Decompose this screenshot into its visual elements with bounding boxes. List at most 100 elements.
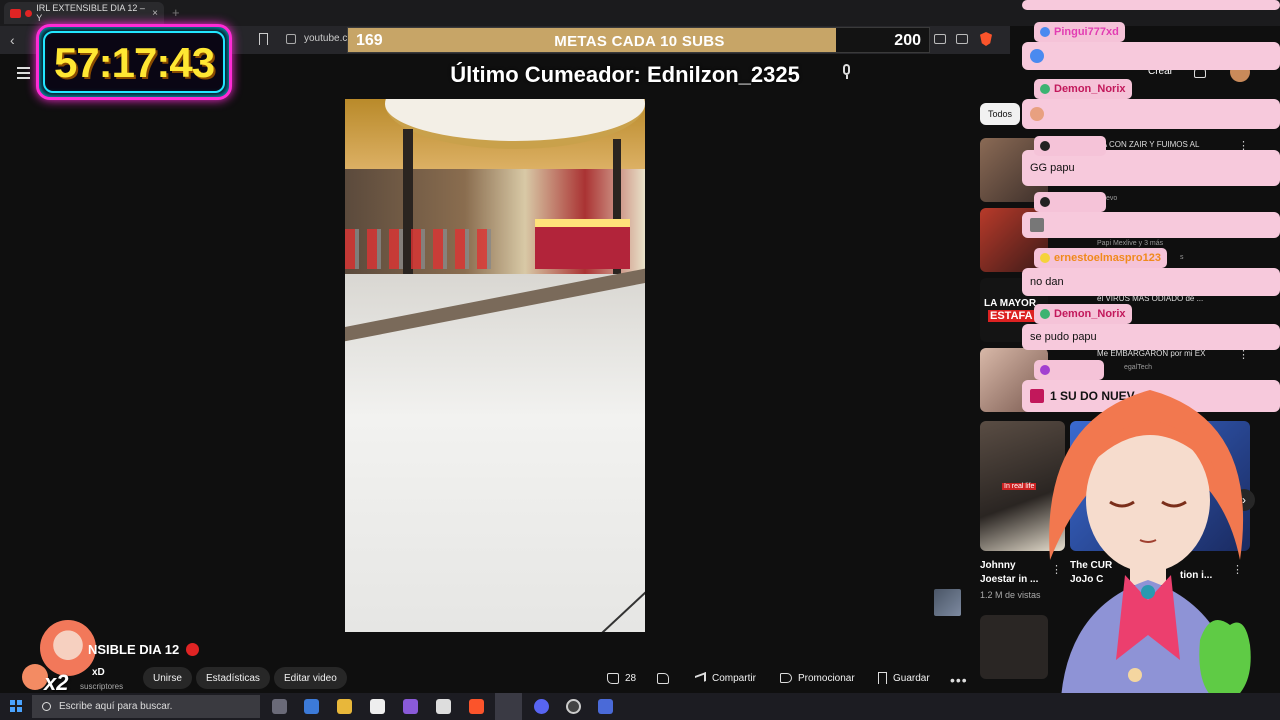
chat-message-partial [1022,0,1280,10]
menu-icon[interactable] [17,67,30,82]
notion-icon[interactable] [370,699,385,714]
edit-video-button[interactable]: Editar video [274,667,347,689]
site-info-icon[interactable] [286,34,296,44]
more-icon[interactable]: ••• [950,672,968,688]
back-arrow-icon[interactable]: ‹ [10,32,15,48]
taskbar-search-placeholder: Escribe aquí para buscar. [59,701,173,712]
video-player[interactable] [345,99,645,632]
sidebar-item-meta: evo [1106,195,1118,202]
chat-username: Demon_Norix [1034,79,1132,99]
sidebar-item-meta: Papi Mexlive y 3 más [1097,240,1164,247]
stream-timer: 57:17:43 [36,24,232,100]
chat-message [1022,99,1280,129]
promote-icon [780,673,792,683]
share-page-icon[interactable] [956,34,968,44]
chat-username: Demon_Norix [1034,304,1132,324]
chat-message-text: se pudo papu [1030,331,1097,343]
live-dot-icon [25,9,33,17]
new-tab-icon[interactable]: + [172,5,180,20]
chat-username-text: Pingui777xd [1054,26,1119,38]
join-button[interactable]: Unirse [143,667,192,689]
file-explorer-icon[interactable] [337,699,352,714]
sidebar-item-title[interactable]: Me EMBARGARON por mi EX [1097,349,1227,358]
channel-subscribers: suscriptores [80,682,124,691]
taskbar-app-icon[interactable] [403,699,418,714]
cast-icon[interactable] [934,34,946,44]
like-button[interactable]: 28 [607,667,636,689]
filter-chip-all[interactable]: Todos [980,103,1021,125]
youtube-icon [10,8,22,18]
dislike-button[interactable] [657,667,669,689]
timer-text: 57:17:43 [53,39,215,86]
video-kiosk [535,219,630,269]
thumbnail-text: ESTAFA [988,310,1035,322]
badge-icon [1040,253,1050,263]
chat-message: se pudo papu [1022,324,1280,350]
obs-icon[interactable] [566,699,581,714]
mic-icon[interactable] [840,64,854,82]
vtuber-character [1049,390,1251,720]
thumbnail-text: LA MAYOR [984,298,1037,309]
windows-taskbar: Escribe aquí para buscar. [0,693,1280,720]
search-icon [42,702,51,711]
last-cumeador-label: Último Cumeador: Ednilzon_2325 [450,62,800,87]
store-icon[interactable] [436,699,451,714]
taskbar-search[interactable]: Escribe aquí para buscar. [32,695,260,718]
chat-username-text: Demon_Norix [1054,83,1126,95]
subs-goal-label: METAS CADA 10 SUBS [554,33,725,50]
chat-message [1022,42,1280,70]
emote-icon [1030,49,1044,63]
chat-username: ernestoelmaspro123 [1034,248,1167,268]
sidebar-item-meta: s [1180,254,1184,261]
taskbar-active-indicator [495,693,522,720]
emote-icon [1030,107,1044,121]
taskbar-app-icon[interactable] [598,699,613,714]
chat-message-text: no dan [1030,276,1064,288]
mini-thumbnail[interactable] [934,589,961,616]
video-chairs [345,229,495,269]
tab-title: IRL EXTENSIBLE DIA 12 – Y [36,3,145,23]
dislike-icon [657,672,669,684]
stats-button[interactable]: Estadísticas [196,667,270,689]
subs-goal-bar: 169 METAS CADA 10 SUBS 200 [347,27,930,53]
video-title: NSIBLE DIA 12 [88,642,180,657]
badge-icon [1040,197,1050,207]
bookmark-icon[interactable] [259,33,268,45]
save-label: Guardar [893,672,930,684]
save-icon [878,672,887,684]
badge-icon [1040,27,1050,37]
chat-message [1022,212,1280,238]
emote-icon [1030,218,1044,232]
close-tab-icon[interactable]: × [152,8,158,19]
share-label: Compartir [712,672,756,684]
badge-icon [1040,309,1050,319]
windows-icon[interactable] [10,700,22,712]
share-icon [695,671,706,685]
save-button[interactable]: Guardar [878,667,930,689]
brave-icon[interactable] [469,699,484,714]
chat-username [1034,136,1106,156]
discord-icon[interactable] [534,699,549,714]
badge-icon [1040,84,1050,94]
chat-message-text: GG papu [1030,162,1075,174]
chat-message: no dan [1022,268,1280,296]
channel-name[interactable]: xD [92,667,105,678]
chat-username: Pingui777xd [1034,22,1125,42]
chat-username-text: ernestoelmaspro123 [1054,252,1161,264]
subs-goal-end: 200 [894,32,921,49]
live-dot-icon [186,643,199,656]
badge-icon [1040,141,1050,151]
sidebar-item-title[interactable]: ZA CON ZAIR Y FUIMOS AL [1097,140,1227,149]
url-text[interactable]: youtube.c [304,33,347,44]
taskbar-app-icon[interactable] [304,699,319,714]
task-view-icon[interactable] [272,699,287,714]
brave-icon[interactable] [980,32,992,46]
browser-tab[interactable]: IRL EXTENSIBLE DIA 12 – Y × [4,2,164,24]
share-button[interactable]: Compartir [695,667,756,689]
chat-username-text: Demon_Norix [1054,308,1126,320]
chat-username [1034,192,1106,212]
promote-label: Promocionar [798,672,855,684]
like-icon [607,672,619,684]
promote-button[interactable]: Promocionar [780,667,855,689]
like-count: 28 [625,672,637,684]
